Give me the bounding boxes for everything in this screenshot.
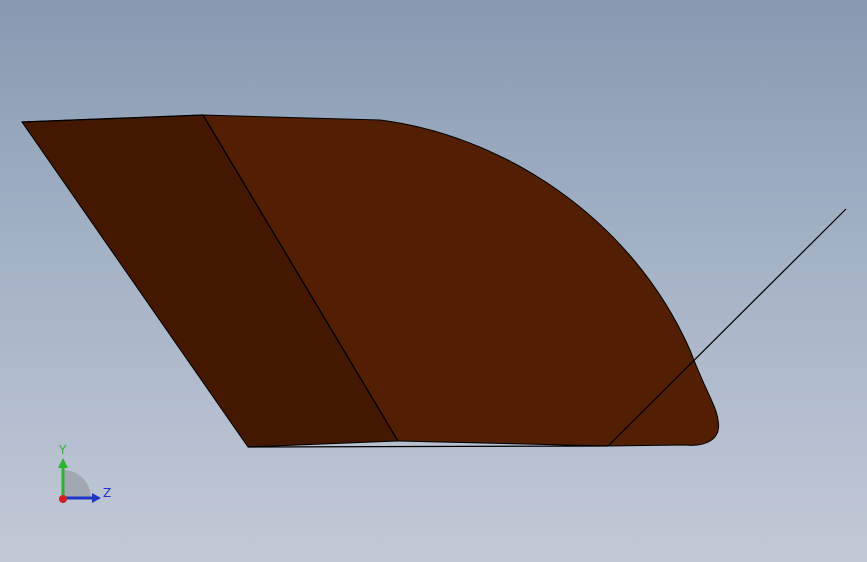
y-axis-label: Y xyxy=(58,443,67,457)
3d-viewport[interactable] xyxy=(0,0,867,562)
z-axis-arrowhead-icon xyxy=(92,493,101,503)
model-bottom-edge xyxy=(247,445,609,448)
axis-triad: Y Z xyxy=(58,443,111,503)
model-body[interactable] xyxy=(21,114,720,448)
x-axis-dot-icon xyxy=(59,495,67,503)
z-axis-label: Z xyxy=(103,486,111,500)
triad-quadrant xyxy=(63,470,91,498)
y-axis-arrowhead-icon xyxy=(58,458,68,468)
